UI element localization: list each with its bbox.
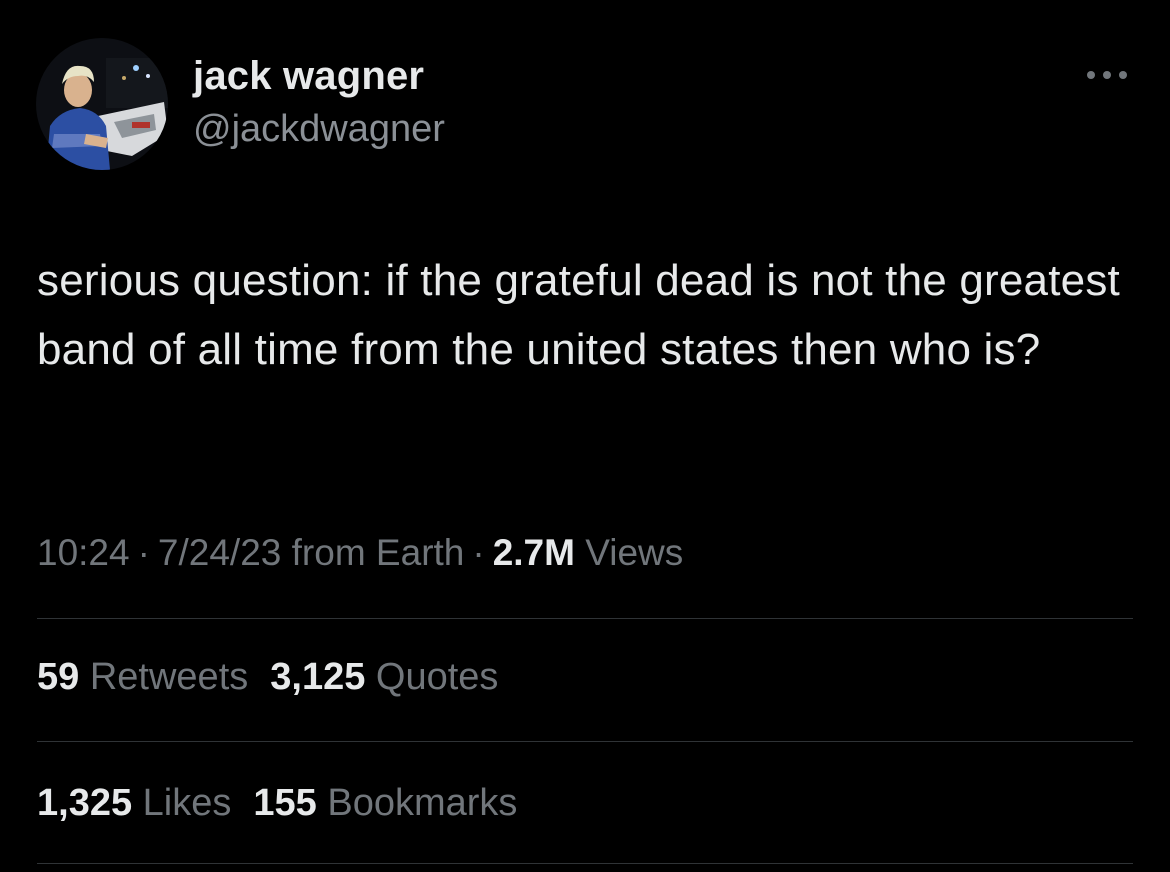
divider — [37, 741, 1133, 742]
stats-row-reposts: 59 Retweets 3,125 Quotes — [37, 656, 520, 699]
ellipsis-icon — [1087, 71, 1127, 79]
likes-count: 1,325 — [37, 782, 133, 824]
bookmarks-label: Bookmarks — [327, 782, 518, 824]
retweets-count: 59 — [37, 656, 80, 698]
retweets-label: Retweets — [89, 656, 249, 698]
separator: · — [472, 532, 485, 573]
quotes-label: Quotes — [375, 656, 499, 698]
avatar[interactable] — [36, 38, 168, 170]
tweet-text: serious question: if the grateful dead i… — [37, 256, 1120, 374]
tweet-metadata: 10:24 · 7/24/23 from Earth · 2.7M Views — [37, 532, 683, 574]
separator: · — [137, 532, 150, 573]
tweet-time[interactable]: 10:24 — [37, 532, 130, 573]
stats-row-likes: 1,325 Likes 155 Bookmarks — [37, 782, 539, 825]
views-count: 2.7M — [492, 532, 575, 573]
retweets-stat[interactable]: 59 Retweets — [37, 656, 248, 699]
views-label: Views — [585, 532, 684, 573]
likes-label: Likes — [142, 782, 232, 824]
divider — [37, 618, 1133, 619]
profile-photo-icon — [36, 38, 168, 170]
quotes-count: 3,125 — [270, 656, 366, 698]
tweet-detail: jack wagner @jackdwagner serious questio… — [0, 0, 1170, 872]
quotes-stat[interactable]: 3,125 Quotes — [270, 656, 498, 699]
more-options-button[interactable] — [1082, 60, 1132, 90]
tweet-source: from Earth — [291, 532, 465, 573]
tweet-date[interactable]: 7/24/23 — [158, 532, 281, 573]
divider — [37, 863, 1133, 864]
bookmarks-stat[interactable]: 155 Bookmarks — [253, 782, 517, 825]
likes-stat[interactable]: 1,325 Likes — [37, 782, 231, 825]
user-handle[interactable]: @jackdwagner — [193, 108, 445, 151]
display-name[interactable]: jack wagner — [193, 54, 424, 99]
bookmarks-count: 155 — [253, 782, 317, 824]
